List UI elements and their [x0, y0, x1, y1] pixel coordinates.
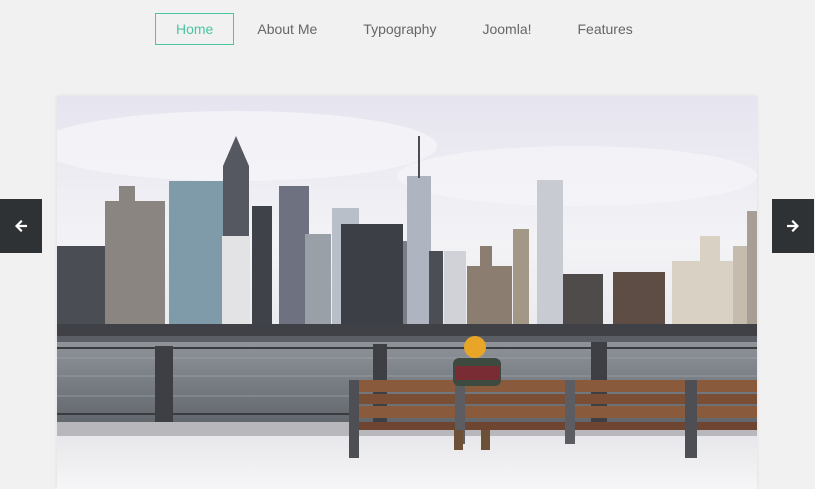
- nav-item-joomla[interactable]: Joomla!: [459, 13, 554, 45]
- slider-next-button[interactable]: [772, 199, 814, 253]
- nav-item-typography[interactable]: Typography: [340, 13, 459, 45]
- city-skyline-photo: [57, 96, 757, 489]
- slider-image: [57, 96, 757, 489]
- nav-item-about-me[interactable]: About Me: [234, 13, 340, 45]
- slider-prev-button[interactable]: [0, 199, 42, 253]
- arrow-left-icon: [15, 220, 27, 232]
- nav-item-features[interactable]: Features: [555, 13, 656, 45]
- arrow-right-icon: [787, 220, 799, 232]
- main-nav: Home About Me Typography Joomla! Feature…: [155, 13, 656, 45]
- page: Home About Me Typography Joomla! Feature…: [0, 0, 815, 489]
- nav-item-home[interactable]: Home: [155, 13, 235, 45]
